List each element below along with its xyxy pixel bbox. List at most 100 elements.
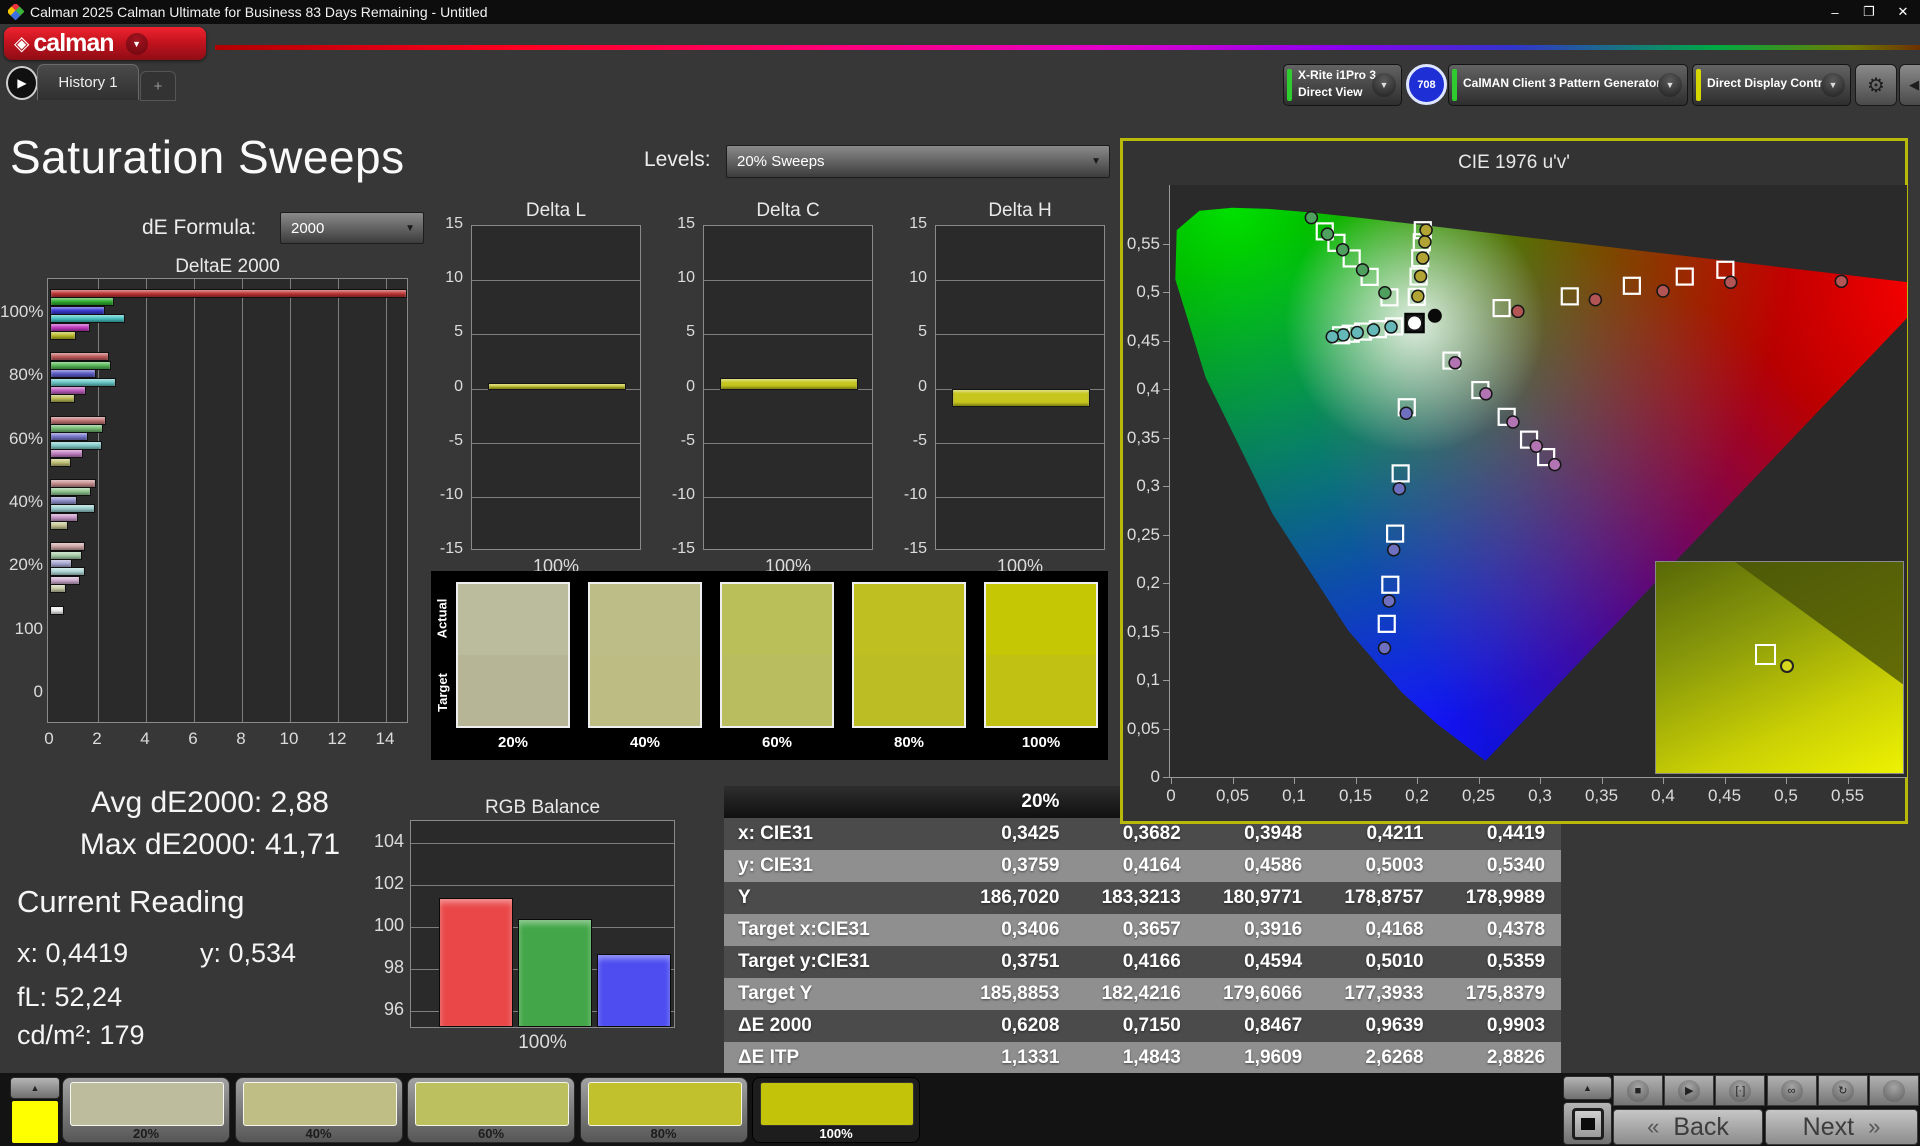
collapse-toolbar-button[interactable]: ◀: [1899, 64, 1920, 106]
table-cell: 0,5359: [1440, 946, 1561, 978]
table-row-label: Y: [724, 882, 954, 914]
deltae-bar-60%-5: [50, 458, 71, 467]
swatch-label: 20%: [446, 734, 580, 751]
cie-x-tickmark: [1479, 778, 1480, 784]
levels-dropdown[interactable]: 20% Sweeps ▼: [726, 145, 1110, 178]
swatch-label: 100%: [974, 734, 1108, 751]
stop-icon: ■: [1627, 1080, 1649, 1102]
reading-x: x: 0,4419: [17, 938, 128, 969]
rgb-bar-green: [518, 919, 592, 1027]
swatch-target: [458, 655, 568, 726]
levels-label: Levels:: [644, 148, 711, 172]
cie-measured-magenta: [1480, 388, 1492, 400]
play-icon: ▶: [1678, 1080, 1700, 1102]
cie-x-tick: 0,15: [1331, 786, 1381, 806]
cie-y-tick: 0,2: [1102, 573, 1160, 593]
level-button-40%[interactable]: 40%: [235, 1077, 403, 1143]
calman-logo-icon: ◈: [14, 31, 29, 56]
deltaL-y-tick: -15: [425, 540, 463, 558]
display-control-label: Direct Display Control: [1707, 76, 1833, 90]
deltae-x-tick: 8: [226, 729, 256, 749]
cie-y-tickmark: [1163, 438, 1169, 439]
cie-measured-red: [1657, 285, 1669, 297]
deltae-x-tick: 12: [322, 729, 352, 749]
cie-measured-red: [1512, 305, 1524, 317]
cie-y-tick: 0,4: [1102, 379, 1160, 399]
cie-x-tick: 0,5: [1761, 786, 1811, 806]
swatch-label: 40%: [578, 734, 712, 751]
table-header-cell: 20%: [954, 786, 1075, 818]
settings-button[interactable]: ⚙: [1855, 64, 1897, 106]
deltaL-gridline: [472, 334, 640, 335]
deltaC-y-tick: 0: [657, 378, 695, 396]
cie-x-tickmark: [1356, 778, 1357, 784]
tab-history-1[interactable]: History 1: [37, 64, 139, 100]
meter-reading-badge: 708: [1406, 64, 1447, 105]
calman-menu-button[interactable]: ◈ calman ▼: [4, 27, 206, 60]
deltaL-gridline: [472, 497, 640, 498]
media-refresh-button[interactable]: ↻: [1818, 1075, 1868, 1106]
cie-measured-blue: [1383, 595, 1395, 607]
pattern-generator-dropdown[interactable]: CalMAN Client 3 Pattern Generator ▼: [1448, 64, 1688, 106]
table-cell: 0,3916: [1197, 914, 1318, 946]
rgb-y-tick: 98: [366, 957, 404, 978]
level-button-20%[interactable]: 20%: [62, 1077, 230, 1143]
deltae-bar-100-0: [50, 606, 64, 615]
table-row: Target x:CIE310,34060,36570,39160,41680,…: [724, 914, 1561, 946]
title-bar: Calman 2025 Calman Ultimate for Business…: [0, 0, 1920, 24]
controls-expand-button[interactable]: ▲: [1563, 1076, 1612, 1100]
table-row-label: Target y:CIE31: [724, 946, 954, 978]
level-button-60%[interactable]: 60%: [407, 1077, 575, 1143]
display-control-dropdown[interactable]: Direct Display Control ▼: [1692, 64, 1851, 106]
cie-x-tick: 0,55: [1823, 786, 1873, 806]
cie-x-tick: 0,4: [1638, 786, 1688, 806]
media-stop-button[interactable]: ■: [1613, 1075, 1663, 1106]
measurement-table: 20%40%60%80%100%x: CIE310,34250,36820,39…: [724, 786, 1561, 1074]
pattern-expand-button[interactable]: ▲: [10, 1077, 60, 1099]
pattern-window-button[interactable]: [1563, 1102, 1612, 1145]
add-tab-button[interactable]: +: [140, 71, 176, 101]
swatch-actual: [458, 584, 568, 655]
meter-dropdown[interactable]: X-Rite i1Pro 3 Direct View ▼: [1283, 64, 1402, 106]
minimize-icon[interactable]: –: [1818, 0, 1852, 24]
media-continuous-button[interactable]: ∞: [1767, 1075, 1817, 1106]
cie-y-tick: 0,1: [1102, 670, 1160, 690]
deltaC-y-tick: 15: [657, 215, 695, 233]
current-pattern-swatch[interactable]: [12, 1101, 58, 1143]
media-play-button[interactable]: ▶: [1664, 1075, 1714, 1106]
deltae-group-label: 100%: [0, 302, 43, 322]
cie-x-tickmark: [1663, 778, 1664, 784]
deltaH-gridline: [936, 334, 1104, 335]
step-icon: [·]: [1729, 1080, 1751, 1102]
back-button[interactable]: « Back: [1613, 1109, 1763, 1145]
media-step-button[interactable]: [·]: [1715, 1075, 1765, 1106]
deltaL-title: Delta L: [471, 200, 641, 222]
chevron-left-icon: ◀: [1909, 77, 1919, 93]
cie-x-tickmark: [1294, 778, 1295, 784]
de-formula-dropdown[interactable]: 2000 ▼: [280, 212, 424, 244]
level-button-100%[interactable]: 100%: [752, 1077, 920, 1143]
table-cell: 0,9903: [1440, 1010, 1561, 1042]
nav-play-button[interactable]: ▶: [6, 66, 38, 100]
table-cell: 0,9639: [1318, 1010, 1439, 1042]
table-cell: 0,5340: [1440, 850, 1561, 882]
cie-y-tick: 0,15: [1102, 622, 1160, 642]
chevron-double-left-icon: «: [1647, 1114, 1659, 1140]
level-label: 20%: [63, 1126, 229, 1141]
close-icon[interactable]: ✕: [1886, 0, 1920, 24]
next-button[interactable]: Next »: [1765, 1109, 1918, 1145]
cie-y-tick: 0,05: [1102, 719, 1160, 739]
maximize-icon[interactable]: ❐: [1852, 0, 1886, 24]
meter-status-bar: [1287, 69, 1292, 101]
table-cell: 0,3759: [954, 850, 1075, 882]
table-cell: 0,5010: [1318, 946, 1439, 978]
level-button-80%[interactable]: 80%: [580, 1077, 748, 1143]
deltaH-plot: [935, 225, 1105, 550]
cie-x-tick: 0,05: [1208, 786, 1258, 806]
media-record-button[interactable]: [1869, 1075, 1919, 1106]
deltaH-y-tick: 10: [889, 269, 927, 287]
deltaH-title: Delta H: [935, 200, 1105, 222]
deltaH-y-tick: -15: [889, 540, 927, 558]
page-title: Saturation Sweeps: [10, 130, 405, 184]
stop-square-icon: [1581, 1118, 1595, 1130]
